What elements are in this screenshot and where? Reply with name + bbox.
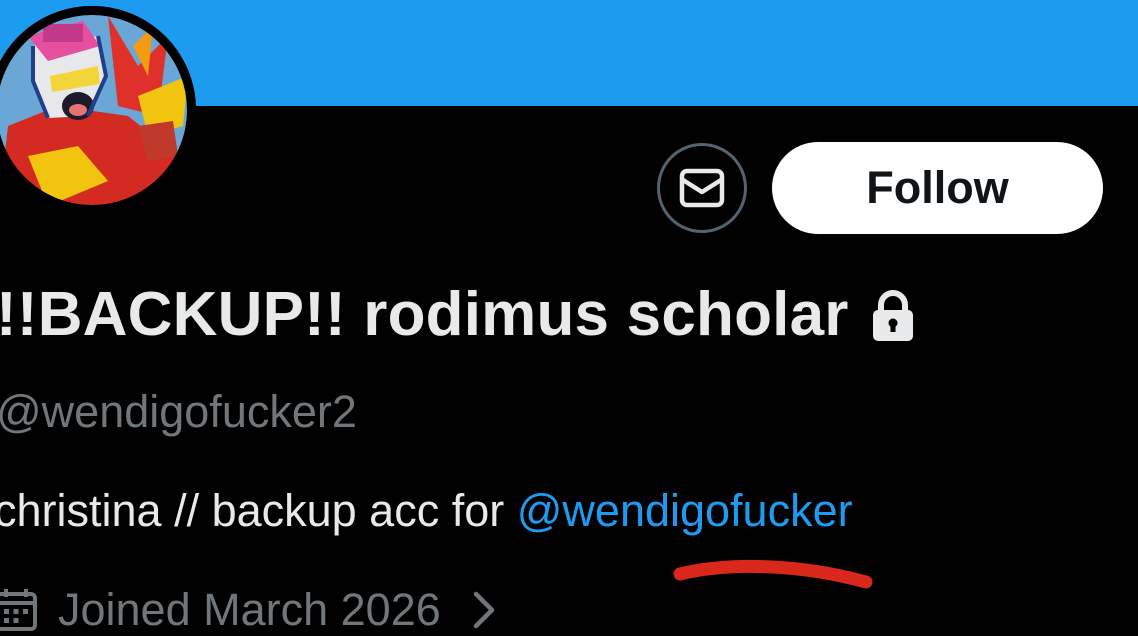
message-button[interactable] bbox=[657, 143, 747, 233]
chevron-right-icon[interactable] bbox=[471, 590, 497, 630]
joined-row: Joined March 2026 bbox=[0, 584, 497, 636]
profile-bio: christina // backup acc for @wendigofuck… bbox=[0, 485, 853, 537]
envelope-icon bbox=[679, 168, 725, 208]
profile-handle: @wendigofucker2 bbox=[0, 386, 357, 437]
calendar-icon bbox=[0, 589, 37, 631]
follow-button[interactable]: Follow bbox=[772, 142, 1103, 234]
bio-text: christina // backup acc for bbox=[0, 485, 517, 536]
red-underline-annotation bbox=[673, 559, 873, 589]
display-name-row: !!BACKUP!! rodimus scholar bbox=[0, 276, 915, 352]
avatar-image bbox=[0, 6, 196, 214]
avatar[interactable] bbox=[0, 6, 196, 214]
bio-mention-link[interactable]: @wendigofucker bbox=[517, 485, 853, 536]
joined-date: Joined March 2026 bbox=[58, 584, 441, 635]
display-name: !!BACKUP!! rodimus scholar bbox=[0, 279, 849, 349]
lock-icon bbox=[872, 290, 913, 341]
